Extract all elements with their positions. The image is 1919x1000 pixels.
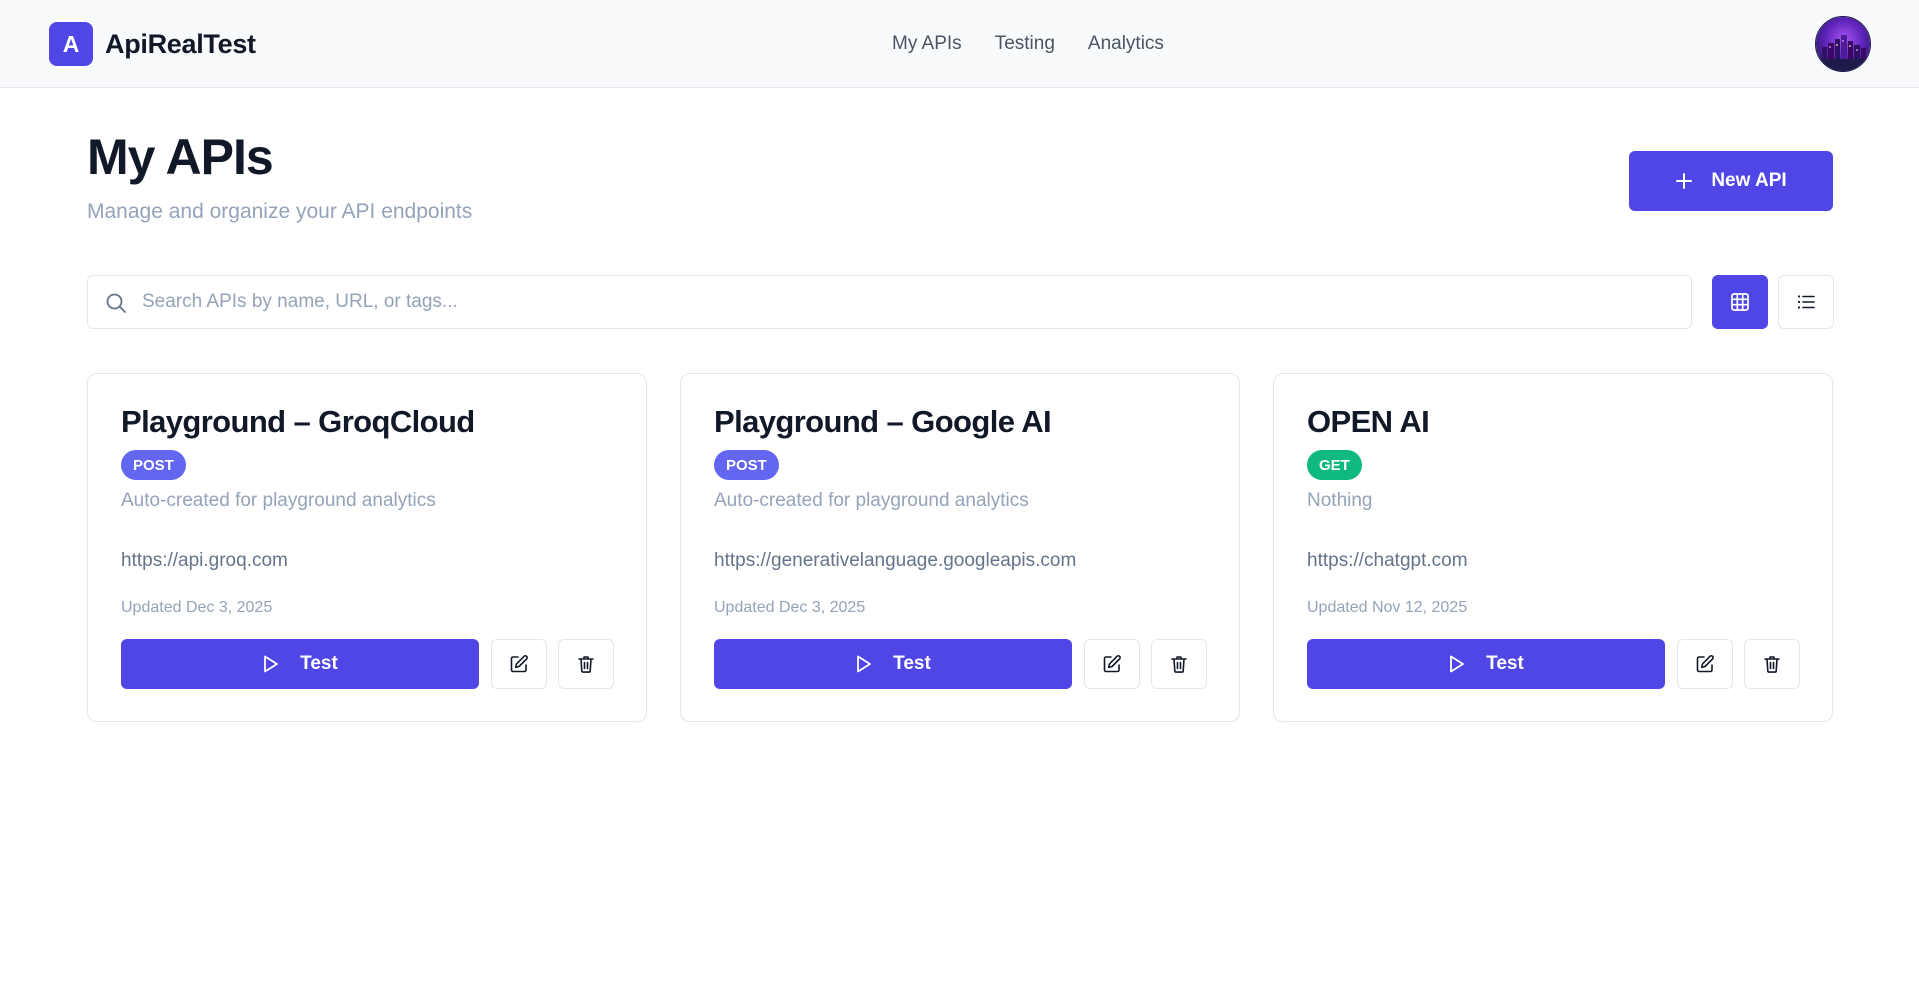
test-button[interactable]: Test <box>1307 639 1665 689</box>
edit-button[interactable] <box>491 639 547 689</box>
play-icon <box>857 655 872 673</box>
edit-icon <box>510 655 528 673</box>
page-subtitle: Manage and organize your API endpoints <box>87 200 473 223</box>
list-icon <box>1797 295 1815 309</box>
play-icon <box>264 655 279 673</box>
api-updated: Updated Dec 3, 2025 <box>714 599 866 616</box>
search-input[interactable] <box>142 276 1672 328</box>
trash-icon <box>1764 656 1780 673</box>
search-icon <box>106 293 126 313</box>
app-name: ApiRealTest <box>105 28 256 59</box>
search-box <box>87 275 1692 329</box>
grid-view-button[interactable] <box>1712 275 1768 329</box>
api-description: Auto-created for playground analytics <box>121 490 436 511</box>
nav-my-apis[interactable]: My APIs <box>892 33 962 55</box>
api-url: https://generativelanguage.googleapis.co… <box>714 550 1077 571</box>
api-description: Nothing <box>1307 490 1373 511</box>
trash-icon <box>578 656 594 673</box>
new-api-button[interactable]: New API <box>1629 151 1833 211</box>
test-button[interactable]: Test <box>121 639 479 689</box>
page-title: My APIs <box>87 129 274 185</box>
nav-analytics[interactable]: Analytics <box>1088 33 1164 55</box>
edit-icon <box>1103 655 1121 673</box>
list-view-button[interactable] <box>1778 275 1834 329</box>
edit-icon <box>1696 655 1714 673</box>
test-label: Test <box>893 653 931 674</box>
brand[interactable]: A ApiRealTest <box>49 22 256 66</box>
avatar-image <box>1816 17 1870 71</box>
api-name: Playground – Google AI <box>714 404 1052 439</box>
grid-icon <box>1731 293 1749 311</box>
api-card: Playground – GroqCloud POST Auto-created… <box>87 373 647 722</box>
trash-icon <box>1171 656 1187 673</box>
api-card: Playground – Google AI POST Auto-created… <box>680 373 1240 722</box>
api-url: https://api.groq.com <box>121 550 288 571</box>
logo-icon: A <box>49 22 93 66</box>
delete-button[interactable] <box>558 639 614 689</box>
main-nav: My APIs Testing Analytics <box>892 30 1197 58</box>
edit-button[interactable] <box>1084 639 1140 689</box>
api-card: OPEN AI GET Nothing https://chatgpt.com … <box>1273 373 1833 722</box>
method-badge: POST <box>121 450 186 480</box>
method-badge: POST <box>714 450 779 480</box>
api-updated: Updated Nov 12, 2025 <box>1307 599 1468 616</box>
delete-button[interactable] <box>1744 639 1800 689</box>
method-badge: GET <box>1307 450 1362 480</box>
api-updated: Updated Dec 3, 2025 <box>121 599 273 616</box>
plus-icon <box>1676 173 1693 189</box>
edit-button[interactable] <box>1677 639 1733 689</box>
nav-testing[interactable]: Testing <box>995 33 1055 55</box>
user-avatar[interactable] <box>1815 16 1871 72</box>
api-url: https://chatgpt.com <box>1307 550 1468 571</box>
new-api-label: New API <box>1711 170 1787 191</box>
api-name: Playground – GroqCloud <box>121 404 475 439</box>
api-description: Auto-created for playground analytics <box>714 490 1029 511</box>
test-button[interactable]: Test <box>714 639 1072 689</box>
delete-button[interactable] <box>1151 639 1207 689</box>
test-label: Test <box>300 653 338 674</box>
test-label: Test <box>1486 653 1524 674</box>
top-navbar: A ApiRealTest My APIs Testing Analytics <box>0 0 1919 88</box>
api-name: OPEN AI <box>1307 404 1430 439</box>
play-icon <box>1450 655 1465 673</box>
